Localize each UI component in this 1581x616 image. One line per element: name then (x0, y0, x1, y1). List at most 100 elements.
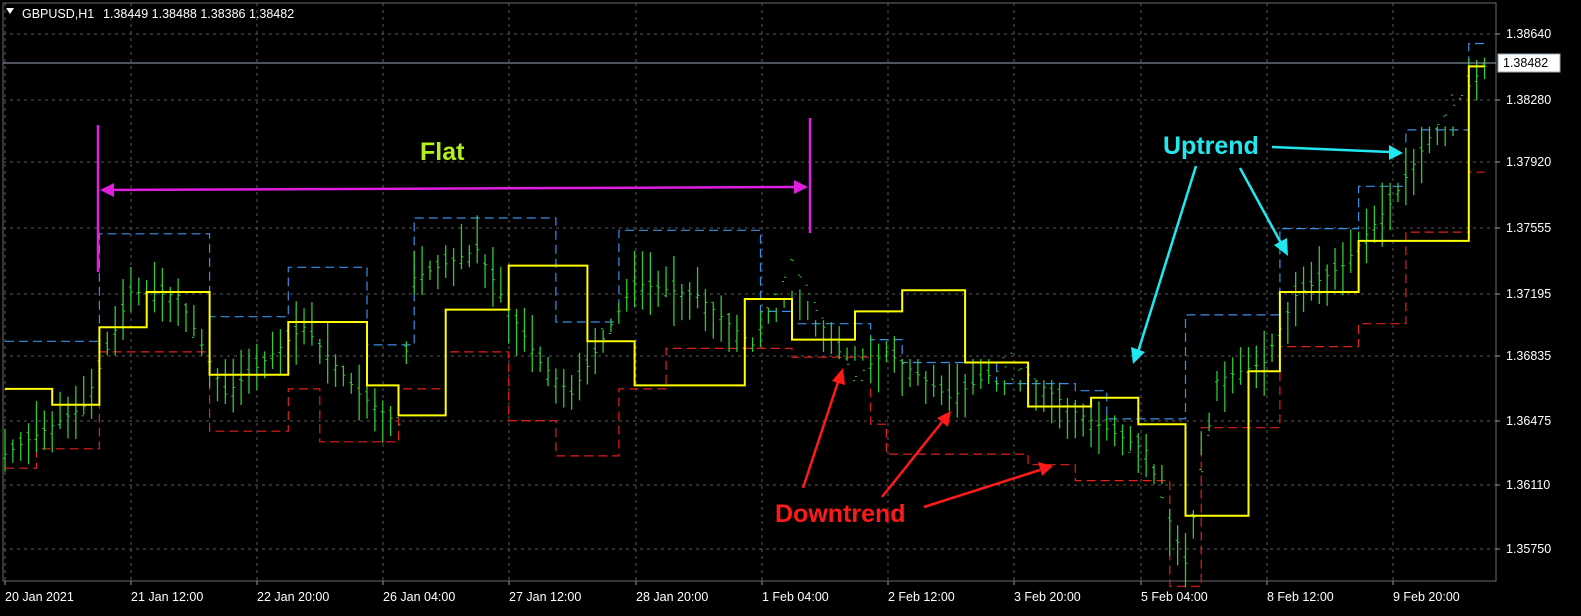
price-bar (546, 357, 551, 387)
price-bar (1081, 403, 1086, 437)
price-bar (65, 396, 70, 439)
y-tick-label: 1.36110 (1506, 478, 1550, 492)
price-bar (703, 289, 708, 332)
x-tick-label: 1 Feb 04:00 (762, 590, 829, 604)
price-bar (231, 358, 236, 413)
price-bar (1317, 246, 1322, 305)
price-bar (687, 282, 692, 320)
midline-path (5, 65, 1485, 517)
price-bar (459, 223, 464, 270)
price-bar (561, 368, 566, 408)
x-tick-label: 22 Jan 20:00 (257, 590, 329, 604)
flat-right-arrowhead (794, 180, 808, 194)
downtrend-arrow-1 (801, 381, 840, 489)
price-bar (1254, 345, 1259, 389)
price-bar (1262, 330, 1267, 396)
price-bar (475, 215, 480, 264)
price-bar (782, 276, 787, 308)
price-bar (1348, 229, 1353, 273)
price-bar (1301, 266, 1306, 312)
price-bar (955, 363, 960, 418)
price-bar (357, 364, 362, 421)
price-bar (18, 432, 23, 461)
price-bar (852, 346, 857, 382)
downtrend-arrow-3 (923, 468, 1041, 509)
midline (5, 65, 1485, 517)
price-bar (10, 439, 15, 463)
current-price-label: 1.38482 (1503, 56, 1548, 70)
price-bar (1388, 182, 1393, 231)
current-price-tag: 1.38482 (1497, 53, 1561, 73)
chart-window[interactable]: 1.38640 1.38280 1.37920 1.37555 1.37195 1.368… (0, 0, 1581, 616)
price-bar (191, 305, 196, 338)
price-bar (908, 359, 913, 387)
price-bar (1049, 380, 1054, 424)
grid (3, 3, 1496, 581)
downtrend-arrow-2 (881, 421, 943, 498)
price-bar (50, 411, 55, 453)
price-bar (939, 375, 944, 405)
price-bar (302, 308, 307, 345)
downtrend-annotation: Downtrend (775, 368, 1053, 528)
downtrend-arrowhead-1 (832, 368, 845, 385)
price-bar (868, 336, 873, 384)
price-bar (797, 274, 802, 321)
price-bar (325, 322, 330, 384)
price-bar (365, 382, 370, 419)
x-axis: 20 Jan 2021 21 Jan 12:00 22 Jan 20:00 26 Ja… (4, 581, 1460, 604)
price-bar (1419, 126, 1424, 184)
x-tick-label: 21 Jan 12:00 (131, 590, 203, 604)
price-bar (26, 423, 31, 465)
price-bar (640, 251, 645, 310)
price-bar (727, 312, 732, 352)
y-tick-label: 1.38280 (1506, 93, 1551, 107)
price-bar (73, 385, 78, 440)
price-bar (136, 277, 141, 306)
price-bar (1364, 208, 1369, 264)
x-tick-label: 9 Feb 20:00 (1393, 590, 1460, 604)
price-bar (553, 368, 558, 404)
price-bar (1333, 248, 1338, 290)
price-bar (805, 284, 810, 321)
uptrend-label: Uptrend (1163, 132, 1259, 160)
price-bar (239, 349, 244, 406)
price-bar (1411, 148, 1416, 196)
price-bar (766, 307, 771, 324)
price-bar (1214, 371, 1219, 402)
price-bar (1293, 272, 1298, 327)
price-bar (1207, 412, 1212, 436)
price-bar (616, 302, 621, 324)
price-bar (42, 410, 47, 450)
price-bar (923, 371, 928, 404)
price-bar (176, 278, 181, 326)
uptrend-arrowhead-3 (1389, 145, 1403, 160)
x-tick-label: 3 Feb 20:00 (1014, 590, 1081, 604)
y-tick-label: 1.37555 (1506, 221, 1551, 235)
price-bar (113, 306, 118, 356)
price-bar (1096, 401, 1101, 455)
price-bar (246, 348, 251, 394)
plot-border (2, 2, 1497, 582)
price-bar (585, 341, 590, 385)
uptrend-arrow-1 (1136, 165, 1198, 353)
price-bar (1159, 465, 1164, 499)
price-bar (1144, 434, 1149, 477)
price-bar (876, 343, 881, 393)
price-bar (1395, 182, 1400, 203)
price-bar (254, 343, 259, 391)
price-bar (1018, 368, 1023, 392)
dropdown-triangle-icon[interactable] (6, 8, 14, 14)
uptrend-arrow-3 (1271, 145, 1391, 154)
x-tick-label: 20 Jan 2021 (5, 590, 74, 604)
price-bar (1183, 533, 1188, 588)
price-chart[interactable]: 1.38640 1.38280 1.37920 1.37555 1.37195 1.368… (0, 0, 1581, 616)
price-bar (860, 348, 865, 382)
price-bar (963, 374, 968, 418)
y-tick-label: 1.36475 (1506, 414, 1551, 428)
price-bar (58, 391, 63, 429)
price-bar (215, 367, 220, 402)
price-bar (829, 322, 834, 354)
price-bar (522, 308, 527, 352)
price-bar (270, 331, 275, 369)
price-bar (1128, 426, 1133, 453)
